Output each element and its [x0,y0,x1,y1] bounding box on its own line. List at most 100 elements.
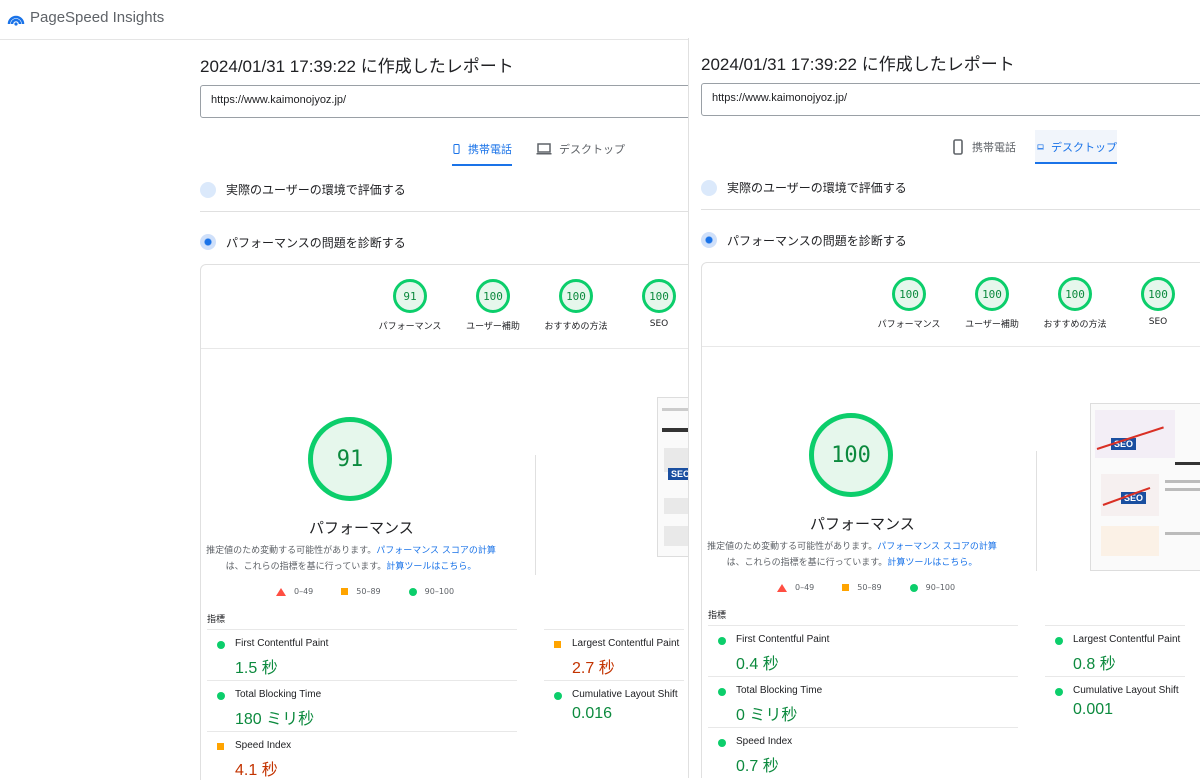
real-users-section[interactable]: 実際のユーザーの環境で評価する [701,166,1200,210]
diagnose-section[interactable]: パフォーマンスの問題を診断する [701,218,1200,262]
metric-value: 0.001 [1073,701,1114,718]
metric-lcp: Largest Contentful Paint 2.7 秒 [544,629,684,680]
lab-data-card: 100 パフォーマンス 100 ユーザー補助 100 おすすめの方法 100 S… [701,262,1200,778]
metric-name: First Contentful Paint [736,634,830,645]
calculator-link[interactable]: 計算ツールはこちら。 [386,562,476,572]
gauge-seo[interactable]: 100 SEO [614,279,688,329]
metric-lcp: Largest Contentful Paint 0.8 秒 [1045,625,1185,676]
metric-name: Total Blocking Time [736,685,823,696]
lab-data-card: 91 パフォーマンス 100 ユーザー補助 100 おすすめの方法 100 SE… [200,264,688,780]
metric-value: 0.8 秒 [1073,656,1116,673]
url-field[interactable]: https://www.kaimonojyoz.jp/ [701,83,1200,116]
legend-range: 90–100 [925,583,956,592]
lighthouse-icon [701,232,717,248]
divider [1036,451,1037,571]
score-gauges: 100 パフォーマンス 100 ユーザー補助 100 おすすめの方法 100 S… [702,277,1200,347]
section-label: パフォーマンスの問題を診断する [226,235,406,250]
divider [535,455,536,575]
note-text: は、これらの指標を基に行っています。 [726,558,888,568]
gauge-label: おすすめの方法 [1043,320,1107,330]
square-icon [341,588,349,595]
calculator-link[interactable]: 計算ツールはこちら。 [887,558,977,568]
metric-cls: Cumulative Layout Shift 0.001 [1045,676,1185,727]
legend-range: 0–49 [294,587,314,596]
metric-tbt: Total Blocking Time 0 ミリ秒 [708,676,1018,727]
gauge-label: SEO [649,319,669,329]
legend-average: 50–89 [341,587,381,596]
score-ring: 91 [393,279,427,313]
legend-range: 90–100 [424,587,455,596]
performance-score-gauge: 100 [809,413,893,497]
good-indicator-icon [718,688,726,696]
url-field[interactable]: https://www.kaimonojyoz.jp/ [200,85,688,118]
score-ring: 100 [975,277,1009,311]
performance-label: パフォーマンス [309,519,414,537]
page-screenshot-thumbnail: SEO SEO [1090,403,1200,571]
metric-name: Cumulative Layout Shift [572,689,678,700]
score-calc-link[interactable]: パフォーマンス スコアの計算 [376,546,496,556]
gauge-label: おすすめの方法 [544,322,608,332]
gauge-accessibility[interactable]: 100 ユーザー補助 [448,279,538,332]
page-screenshot-thumbnail: SEO [657,397,688,557]
gauge-performance[interactable]: 100 パフォーマンス [864,277,954,330]
diagnose-section[interactable]: パフォーマンスの問題を診断する [200,220,688,264]
metric-name: Largest Contentful Paint [1073,634,1181,645]
gauge-performance[interactable]: 91 パフォーマンス [365,279,455,332]
legend-good: 90–100 [408,587,455,596]
legend-good: 90–100 [909,583,956,592]
section-label: パフォーマンスの問題を診断する [727,233,907,248]
metric-name: Largest Contentful Paint [572,638,680,649]
score-ring: 100 [559,279,593,313]
score-ring: 100 [1058,277,1092,311]
score-ring: 100 [476,279,510,313]
top-bar: PageSpeed Insights [0,0,688,40]
triangle-icon [276,587,286,596]
metric-value: 4.1 秒 [235,762,278,779]
real-users-section[interactable]: 実際のユーザーの環境で評価する [200,168,688,212]
pagespeed-logo-icon[interactable] [7,10,25,28]
average-indicator-icon [554,641,561,648]
tab-label: 携帯電話 [972,141,1016,154]
tab-mobile[interactable]: 携帯電話 [452,132,512,166]
good-indicator-icon [1055,688,1063,696]
tab-desktop[interactable]: デスクトップ [1035,130,1117,164]
metric-value: 0 ミリ秒 [736,707,798,724]
gauge-label: ユーザー補助 [965,320,1019,330]
gauge-label: SEO [1148,317,1168,327]
score-note: 推定値のため変動する可能性があります。パフォーマンス スコアの計算 は、これらの… [201,543,501,575]
tab-label: デスクトップ [559,143,625,156]
laptop-icon [536,143,552,155]
metric-fcp: First Contentful Paint 0.4 秒 [708,625,1018,676]
tab-mobile[interactable]: 携帯電話 [951,130,1017,164]
gauge-accessibility[interactable]: 100 ユーザー補助 [947,277,1037,330]
metric-name: First Contentful Paint [235,638,329,649]
score-legend: 0–49 50–89 90–100 [276,587,482,596]
legend-range: 0–49 [795,583,815,592]
gauge-label: パフォーマンス [877,320,941,330]
gauge-label: ユーザー補助 [466,322,520,332]
tab-desktop[interactable]: デスクトップ [536,132,626,166]
gauge-best-practices[interactable]: 100 おすすめの方法 [531,279,621,332]
legend-range: 50–89 [857,583,882,592]
gauge-best-practices[interactable]: 100 おすすめの方法 [1030,277,1120,330]
metric-fcp: First Contentful Paint 1.5 秒 [207,629,517,680]
metric-name: Total Blocking Time [235,689,322,700]
metric-speed-index: Speed Index 0.7 秒 [708,727,1018,778]
right-panel-top [688,0,1200,38]
note-text: 推定値のため変動する可能性があります。 [707,542,878,552]
lighthouse-icon [200,234,216,250]
good-indicator-icon [1055,637,1063,645]
good-indicator-icon [718,637,726,645]
good-indicator-icon [217,641,225,649]
triangle-icon [777,583,787,592]
app-name[interactable]: PageSpeed Insights [30,9,164,26]
circle-icon [909,583,918,592]
metric-speed-index: Speed Index 4.1 秒 [207,731,517,780]
metric-cls: Cumulative Layout Shift 0.016 [544,680,684,731]
gauge-seo[interactable]: 100 SEO [1113,277,1200,327]
score-ring: 100 [892,277,926,311]
metric-name: Speed Index [736,736,793,747]
score-calc-link[interactable]: パフォーマンス スコアの計算 [877,542,997,552]
legend-poor: 0–49 [777,583,814,592]
legend-poor: 0–49 [276,587,313,596]
